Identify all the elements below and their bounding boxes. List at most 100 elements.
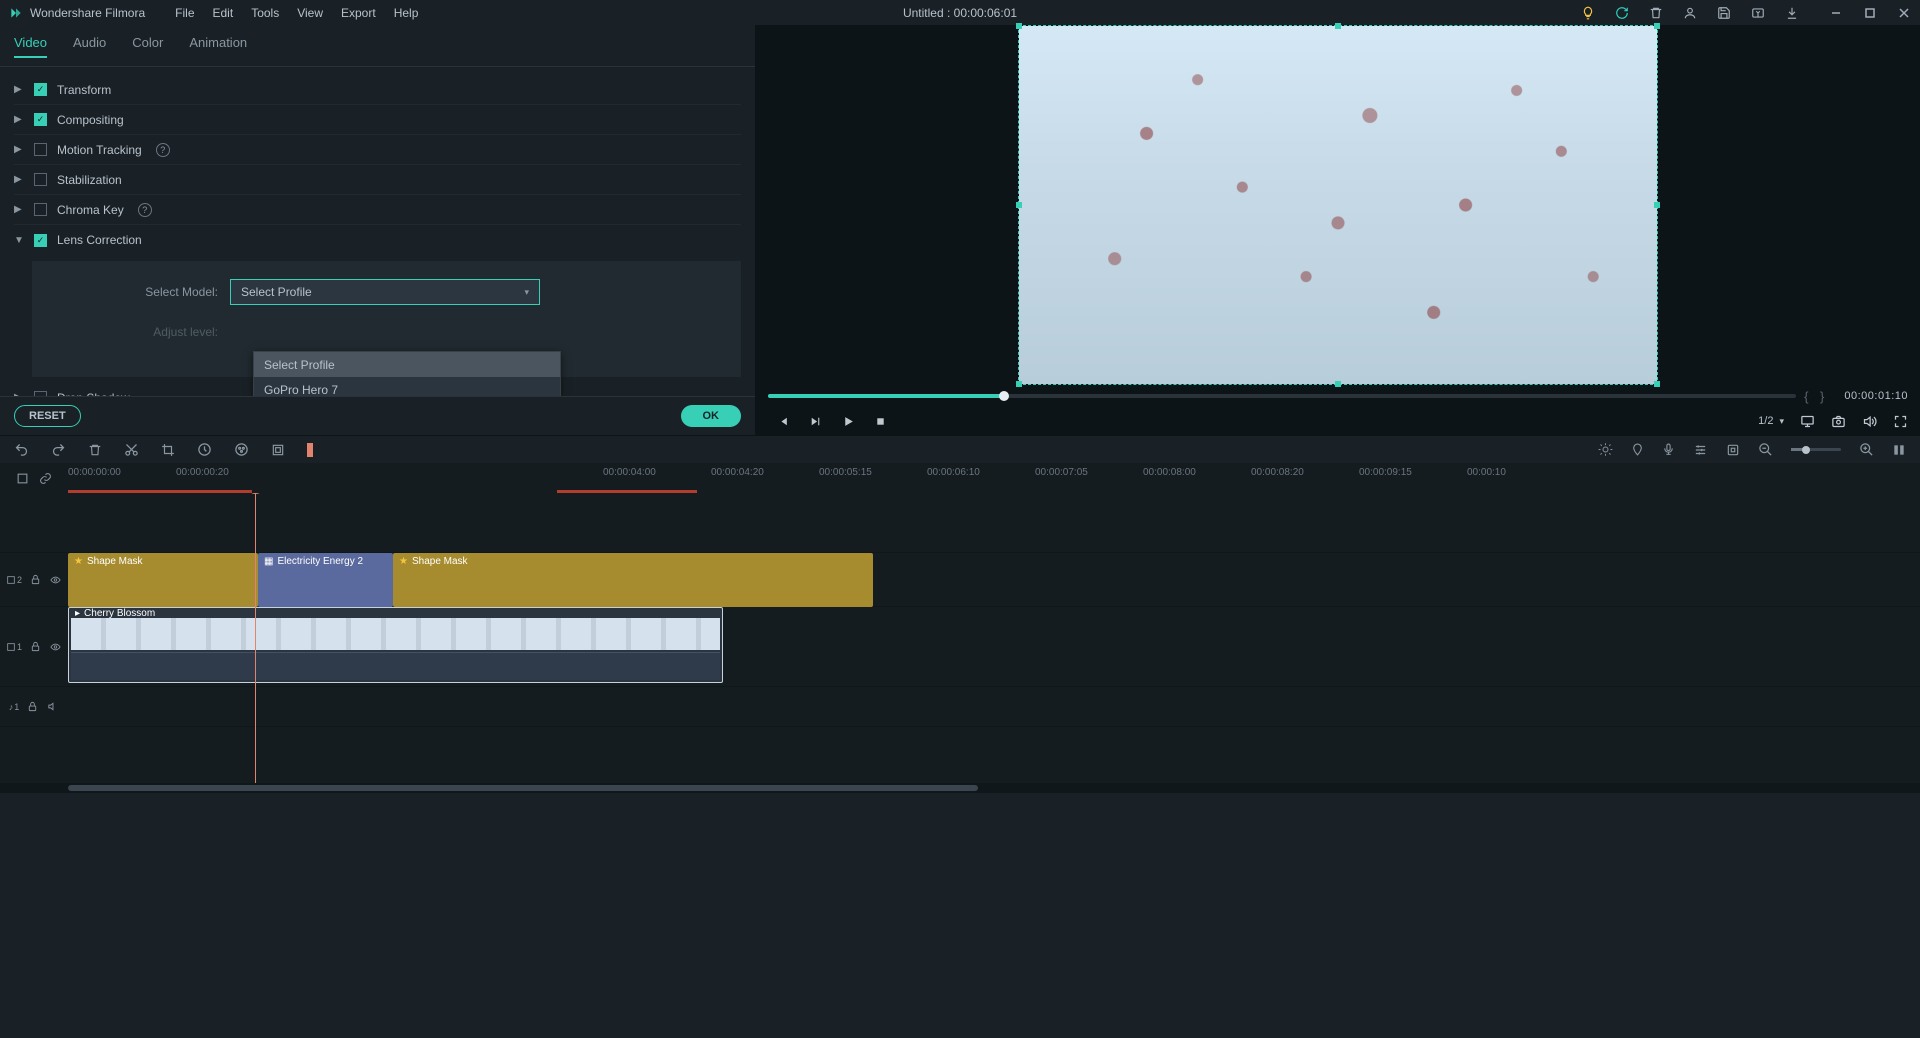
minimize-icon[interactable] bbox=[1828, 5, 1844, 21]
trash-icon[interactable] bbox=[1648, 5, 1664, 21]
marker-icon[interactable] bbox=[1631, 442, 1644, 457]
zoom-in-icon[interactable] bbox=[1859, 442, 1874, 457]
speaker-icon[interactable] bbox=[46, 701, 59, 712]
close-icon[interactable] bbox=[1896, 5, 1912, 21]
user-icon[interactable] bbox=[1682, 5, 1698, 21]
display-icon[interactable] bbox=[1800, 414, 1815, 429]
dropdown-option[interactable]: GoPro Hero 7 bbox=[254, 377, 560, 396]
prop-stabilization[interactable]: ▶ Stabilization bbox=[14, 165, 741, 195]
snap-icon[interactable] bbox=[16, 472, 29, 485]
help-icon[interactable]: ? bbox=[138, 203, 152, 217]
resize-handle[interactable] bbox=[1335, 23, 1341, 29]
redo-icon[interactable] bbox=[51, 442, 66, 457]
select-model-dropdown[interactable]: Select Profile ▾ bbox=[230, 279, 540, 305]
voiceover-icon[interactable] bbox=[1662, 442, 1675, 457]
undo-icon[interactable] bbox=[14, 442, 29, 457]
checkbox-motion-tracking[interactable] bbox=[34, 143, 47, 156]
prop-compositing[interactable]: ▶ ✓ Compositing bbox=[14, 105, 741, 135]
scrollbar-thumb[interactable] bbox=[68, 785, 978, 791]
ruler-mark: 00:00:08:00 bbox=[1143, 467, 1196, 478]
eye-icon[interactable] bbox=[49, 642, 62, 652]
eye-icon[interactable] bbox=[49, 575, 62, 585]
help-icon[interactable]: ? bbox=[156, 143, 170, 157]
tab-video[interactable]: Video bbox=[14, 35, 47, 58]
timeline-ruler[interactable]: 00:00:00:00 00:00:00:20 00:00:04:00 00:0… bbox=[68, 463, 1920, 493]
cut-icon[interactable] bbox=[124, 442, 139, 457]
lightbulb-icon[interactable] bbox=[1580, 5, 1596, 21]
export-icon[interactable] bbox=[1750, 5, 1766, 21]
checkbox-drop-shadow[interactable] bbox=[34, 391, 47, 396]
record-icon[interactable] bbox=[307, 443, 313, 457]
save-icon[interactable] bbox=[1716, 5, 1732, 21]
lock-icon[interactable] bbox=[27, 701, 38, 712]
scrubber-track[interactable] bbox=[768, 394, 1796, 398]
stop-icon[interactable] bbox=[875, 415, 886, 428]
download-icon[interactable] bbox=[1784, 5, 1800, 21]
track-lane-v1[interactable]: ▸Cherry Blossom bbox=[68, 607, 1920, 686]
resize-handle[interactable] bbox=[1016, 202, 1022, 208]
preview-scale-select[interactable]: 1/2 ▾ bbox=[1758, 415, 1784, 427]
prop-motion-tracking[interactable]: ▶ Motion Tracking ? bbox=[14, 135, 741, 165]
tab-audio[interactable]: Audio bbox=[73, 35, 106, 58]
snapshot-icon[interactable] bbox=[1831, 414, 1846, 429]
lock-icon[interactable] bbox=[30, 574, 41, 585]
prev-frame-icon[interactable] bbox=[776, 415, 789, 428]
track-lane-a1[interactable] bbox=[68, 687, 1920, 726]
clip-cherry-blossom[interactable]: ▸Cherry Blossom bbox=[68, 607, 723, 683]
playhead[interactable] bbox=[255, 493, 256, 783]
refresh-icon[interactable] bbox=[1614, 5, 1630, 21]
resize-handle[interactable] bbox=[1654, 381, 1660, 387]
fit-icon[interactable] bbox=[1892, 442, 1906, 458]
menu-view[interactable]: View bbox=[297, 6, 323, 20]
adjust-icon[interactable] bbox=[1693, 443, 1708, 457]
delete-icon[interactable] bbox=[88, 443, 102, 457]
resize-handle[interactable] bbox=[1016, 381, 1022, 387]
resize-handle[interactable] bbox=[1335, 381, 1341, 387]
green-screen-icon[interactable] bbox=[271, 443, 285, 457]
timeline-scrollbar[interactable] bbox=[0, 783, 1920, 793]
mixer-icon[interactable] bbox=[1598, 442, 1613, 457]
fullscreen-icon[interactable] bbox=[1893, 414, 1908, 429]
lock-icon[interactable] bbox=[30, 641, 41, 652]
clip-shape-mask-1[interactable]: ★Shape Mask bbox=[68, 553, 258, 607]
checkbox-lens-correction[interactable]: ✓ bbox=[34, 234, 47, 247]
menu-help[interactable]: Help bbox=[394, 6, 419, 20]
scrubber-thumb[interactable] bbox=[999, 391, 1009, 401]
checkbox-stabilization[interactable] bbox=[34, 173, 47, 186]
speed-icon[interactable] bbox=[197, 442, 212, 457]
tab-color[interactable]: Color bbox=[132, 35, 163, 58]
play-icon[interactable] bbox=[842, 415, 855, 428]
menu-edit[interactable]: Edit bbox=[213, 6, 234, 20]
maximize-icon[interactable] bbox=[1862, 5, 1878, 21]
dropdown-option[interactable]: Select Profile bbox=[254, 352, 560, 377]
link-icon[interactable] bbox=[39, 472, 52, 485]
zoom-out-icon[interactable] bbox=[1758, 442, 1773, 457]
menu-export[interactable]: Export bbox=[341, 6, 376, 20]
keyframe-icon[interactable] bbox=[1726, 443, 1740, 457]
prop-chroma-key[interactable]: ▶ Chroma Key ? bbox=[14, 195, 741, 225]
prop-lens-correction[interactable]: ▼ ✓ Lens Correction bbox=[14, 225, 741, 255]
menu-file[interactable]: File bbox=[175, 6, 194, 20]
color-icon[interactable] bbox=[234, 442, 249, 457]
ok-button[interactable]: OK bbox=[681, 405, 742, 427]
reset-button[interactable]: RESET bbox=[14, 405, 81, 427]
resize-handle[interactable] bbox=[1654, 23, 1660, 29]
resize-handle[interactable] bbox=[1654, 202, 1660, 208]
bracket-icons[interactable]: { } bbox=[1804, 389, 1828, 404]
tab-animation[interactable]: Animation bbox=[189, 35, 247, 58]
crop-icon[interactable] bbox=[161, 443, 175, 457]
play-step-icon[interactable] bbox=[809, 415, 822, 428]
clip-shape-mask-2[interactable]: ★Shape Mask bbox=[393, 553, 873, 607]
menu-tools[interactable]: Tools bbox=[251, 6, 279, 20]
checkbox-compositing[interactable]: ✓ bbox=[34, 113, 47, 126]
checkbox-transform[interactable]: ✓ bbox=[34, 83, 47, 96]
zoom-slider[interactable] bbox=[1791, 448, 1841, 451]
resize-handle[interactable] bbox=[1016, 23, 1022, 29]
preview-frame[interactable] bbox=[1018, 25, 1658, 385]
clip-electricity[interactable]: ▦Electricity Energy 2 bbox=[258, 553, 393, 607]
clip-thumbnails bbox=[71, 618, 720, 650]
checkbox-chroma-key[interactable] bbox=[34, 203, 47, 216]
track-lane-2[interactable]: ★Shape Mask ▦Electricity Energy 2 ★Shape… bbox=[68, 553, 1920, 606]
volume-icon[interactable] bbox=[1862, 414, 1877, 429]
prop-transform[interactable]: ▶ ✓ Transform bbox=[14, 75, 741, 105]
